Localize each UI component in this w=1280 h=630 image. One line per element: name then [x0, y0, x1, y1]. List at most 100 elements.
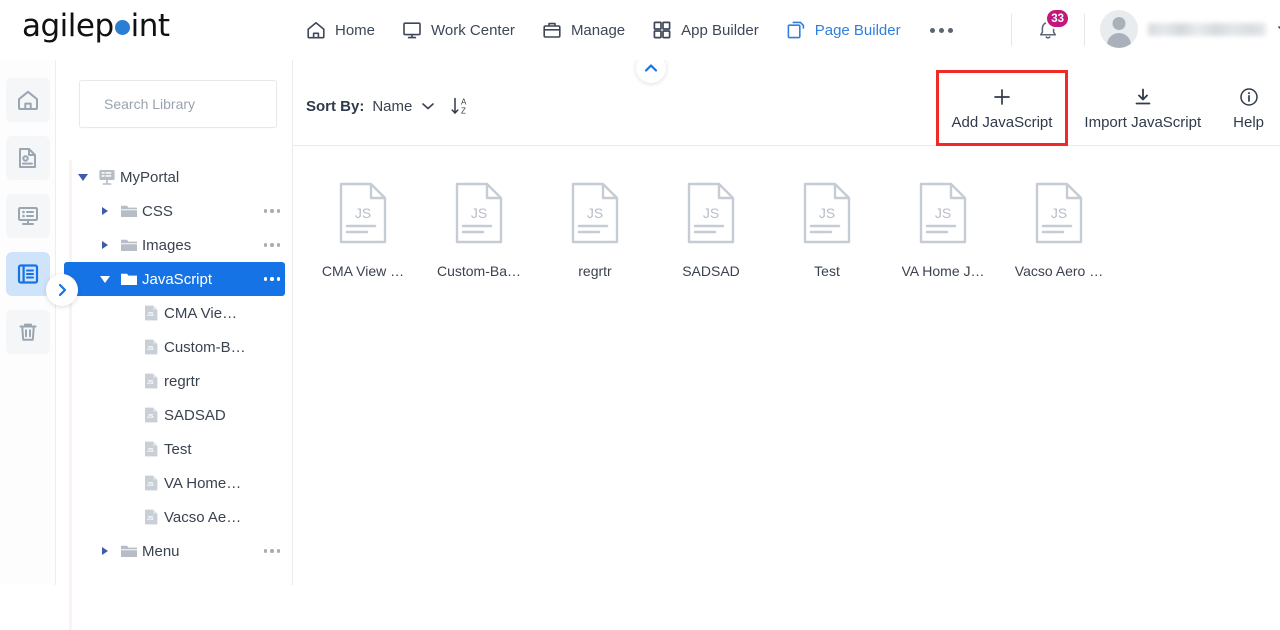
tree-item-sadsad[interactable]: JS SADSAD — [64, 398, 285, 432]
trash-icon — [19, 323, 36, 341]
user-menu[interactable] — [1100, 10, 1280, 48]
svg-text:A: A — [461, 97, 467, 106]
svg-text:JS: JS — [935, 205, 951, 221]
agilepoint-logo[interactable]: agilep int — [22, 8, 170, 44]
js-file-icon: JS — [138, 371, 164, 391]
js-file-icon: JS — [138, 337, 164, 357]
help-button[interactable]: Help — [1217, 70, 1280, 146]
logo-text-second: int — [130, 8, 170, 44]
sort-by-value[interactable]: Name — [372, 98, 412, 115]
file-tile[interactable]: JS Vacso Aero … — [1001, 176, 1117, 279]
file-label: SADSAD — [682, 263, 740, 279]
add-javascript-button[interactable]: Add JavaScript — [935, 70, 1069, 146]
import-javascript-label: Import JavaScript — [1084, 113, 1202, 131]
file-grid: JS CMA View … JS Custom-Ba… JS regrtr JS SADSAD… — [293, 146, 1280, 585]
folder-icon — [116, 269, 142, 289]
js-file-icon: JS — [138, 507, 164, 527]
nav-item-home[interactable]: Home — [292, 0, 388, 60]
search-input[interactable] — [102, 95, 287, 113]
rail-item-library[interactable] — [5, 252, 50, 296]
tree-item-test[interactable]: JS Test — [64, 432, 285, 466]
nav-item-manage[interactable]: Manage — [528, 0, 638, 60]
tree-item-label: CSS — [142, 202, 173, 220]
svg-text:JS: JS — [587, 205, 603, 221]
search-library-box[interactable] — [79, 80, 287, 128]
tree-item-menu[interactable]: Menu — [64, 534, 285, 568]
tree-item-more-icon[interactable] — [259, 209, 285, 213]
file-tile[interactable]: JS VA Home J… — [885, 176, 1001, 279]
tree-item-more-icon[interactable] — [259, 277, 285, 281]
monitor-icon — [401, 19, 423, 41]
caret-right-icon[interactable] — [94, 241, 116, 249]
nav-more-icon[interactable] — [914, 0, 969, 60]
svg-text:JS: JS — [147, 482, 154, 488]
nav-item-work-center[interactable]: Work Center — [388, 0, 528, 60]
tree-item-label: VA Home… — [164, 474, 242, 492]
tree-item-javascript[interactable]: JavaScript — [64, 262, 285, 296]
rail-item-recycle-bin[interactable] — [5, 310, 50, 354]
sort-az-descending-icon[interactable]: A Z — [450, 95, 472, 117]
tree-item-more-icon[interactable] — [259, 243, 285, 247]
file-tile[interactable]: JS CMA View … — [305, 176, 421, 279]
js-file-icon: JS — [569, 182, 621, 249]
caret-right-icon[interactable] — [94, 207, 116, 215]
chevron-right-icon — [58, 283, 67, 297]
portal-icon — [94, 167, 120, 187]
tree-item-more-icon[interactable] — [259, 549, 285, 553]
svg-text:Z: Z — [461, 107, 466, 116]
svg-text:JS: JS — [147, 380, 154, 386]
file-tile[interactable]: JS regrtr — [537, 176, 653, 279]
tree-item-cma-vie[interactable]: JS CMA Vie… — [64, 296, 285, 330]
file-label: regrtr — [578, 263, 612, 279]
js-file-icon: JS — [1033, 182, 1085, 249]
js-file-icon: JS — [138, 439, 164, 459]
tree-item-va-home[interactable]: JS VA Home… — [64, 466, 285, 500]
caret-down-icon[interactable] — [72, 173, 94, 181]
nav-item-page-builder[interactable]: Page Builder — [772, 0, 914, 60]
rail-item-form[interactable] — [5, 194, 50, 238]
folder-icon — [116, 235, 142, 255]
tree-item-label: Custom-B… — [164, 338, 246, 356]
home-icon — [305, 19, 327, 41]
file-tile[interactable]: JS SADSAD — [653, 176, 769, 279]
tree-item-css[interactable]: CSS — [64, 194, 285, 228]
top-bar: agilep int Home Work Center Manage App Buil… — [0, 0, 1280, 60]
add-javascript-label: Add JavaScript — [951, 113, 1053, 131]
folder-icon — [116, 541, 142, 561]
tree-item-vacso-ae[interactable]: JS Vacso Ae… — [64, 500, 285, 534]
tree-item-custom-b[interactable]: JS Custom-B… — [64, 330, 285, 364]
grid-icon — [651, 19, 673, 41]
nav-item-label: Home — [335, 21, 376, 39]
nav-item-app-builder[interactable]: App Builder — [638, 0, 772, 60]
main-content: Sort By: Name A Z Add JavaScript Import … — [293, 53, 1280, 585]
caret-down-icon[interactable] — [94, 275, 116, 283]
file-tile[interactable]: JS Custom-Ba… — [421, 176, 537, 279]
tree-item-label: regrtr — [164, 372, 200, 390]
svg-text:JS: JS — [1051, 205, 1067, 221]
library-tree: MyPortal CSS Images JavaScript JS CMA Vie… JS C… — [56, 148, 293, 585]
tree-item-images[interactable]: Images — [64, 228, 285, 262]
rail-item-home[interactable] — [5, 78, 50, 122]
svg-text:JS: JS — [147, 516, 154, 522]
tree-item-myportal[interactable]: MyPortal — [64, 160, 285, 194]
svg-text:JS: JS — [819, 205, 835, 221]
notifications-badge: 33 — [1045, 8, 1070, 29]
file-tile[interactable]: JS Test — [769, 176, 885, 279]
js-file-icon: JS — [337, 182, 389, 249]
chevron-up-icon — [644, 64, 658, 72]
import-javascript-button[interactable]: Import JavaScript — [1068, 70, 1217, 146]
top-divider-left — [1011, 14, 1012, 46]
js-file-icon: JS — [801, 182, 853, 249]
chevron-down-icon[interactable] — [420, 98, 436, 114]
tree-item-label: MyPortal — [120, 168, 180, 186]
svg-text:JS: JS — [703, 205, 719, 221]
notifications-button[interactable]: 33 — [1031, 8, 1070, 48]
caret-right-icon[interactable] — [94, 547, 116, 555]
rail-item-page[interactable] — [5, 136, 50, 180]
form-icon — [17, 207, 38, 225]
rail-expand-button[interactable] — [46, 274, 78, 306]
library-icon — [17, 264, 38, 284]
tree-item-regrtr[interactable]: JS regrtr — [64, 364, 285, 398]
js-file-icon: JS — [685, 182, 737, 249]
plus-icon — [994, 88, 1010, 105]
